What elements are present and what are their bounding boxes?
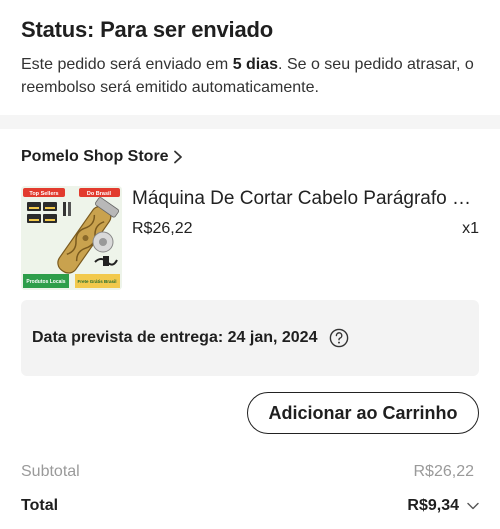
- store-link[interactable]: Pomelo Shop Store: [21, 148, 183, 166]
- product-image-art: Top Sellers Do Brasil Produtos Locais Fr…: [21, 186, 122, 290]
- status-title: Status: Para ser enviado: [21, 17, 273, 42]
- product-image[interactable]: Top Sellers Do Brasil Produtos Locais Fr…: [21, 186, 122, 290]
- status-desc-text: Este pedido será enviado em: [21, 56, 233, 73]
- delivery-date-text: Data prevista de entrega: 24 jan, 2024: [32, 329, 318, 346]
- badge-top-left-text: Top Sellers: [29, 191, 58, 197]
- store-name: Pomelo Shop Store: [21, 148, 169, 165]
- total-row: Total R$9,34: [21, 497, 479, 515]
- delivery-estimate: Data prevista de entrega: 24 jan, 2024: [21, 300, 479, 376]
- total-label: Total: [21, 497, 59, 514]
- total-value: R$9,34: [407, 497, 459, 514]
- chevron-right-icon: [173, 150, 182, 164]
- status-description: Este pedido será enviado em 5 dias. Se o…: [21, 53, 481, 99]
- product-title[interactable]: Máquina De Cortar Cabelo Parágrafo Profi…: [132, 188, 477, 210]
- product-quantity: x1: [462, 220, 479, 237]
- shipping-days: 5 dias: [232, 56, 279, 73]
- badge-bottom-right-text: Frete Grátis Brasil: [77, 279, 116, 284]
- add-to-cart-button[interactable]: Adicionar ao Carrinho: [247, 392, 479, 434]
- product-item[interactable]: Top Sellers Do Brasil Produtos Locais Fr…: [21, 186, 481, 294]
- total-toggle[interactable]: R$9,34: [407, 497, 479, 515]
- subtotal-row: Subtotal R$26,22: [21, 463, 474, 481]
- help-circle-icon[interactable]: [329, 328, 349, 348]
- subtotal-value: R$26,22: [413, 463, 475, 480]
- subtotal-label: Subtotal: [21, 463, 80, 480]
- badge-bottom-left-text: Produtos Locais: [26, 279, 65, 285]
- product-price: R$26,22: [132, 220, 193, 237]
- chevron-down-icon: [467, 502, 479, 510]
- badge-top-right-text: Do Brasil: [87, 191, 112, 197]
- order-status-section: Status: Para ser enviado Este pedido ser…: [0, 0, 500, 115]
- order-details-section: Pomelo Shop Store Top Sellers Do Brasil: [0, 129, 500, 529]
